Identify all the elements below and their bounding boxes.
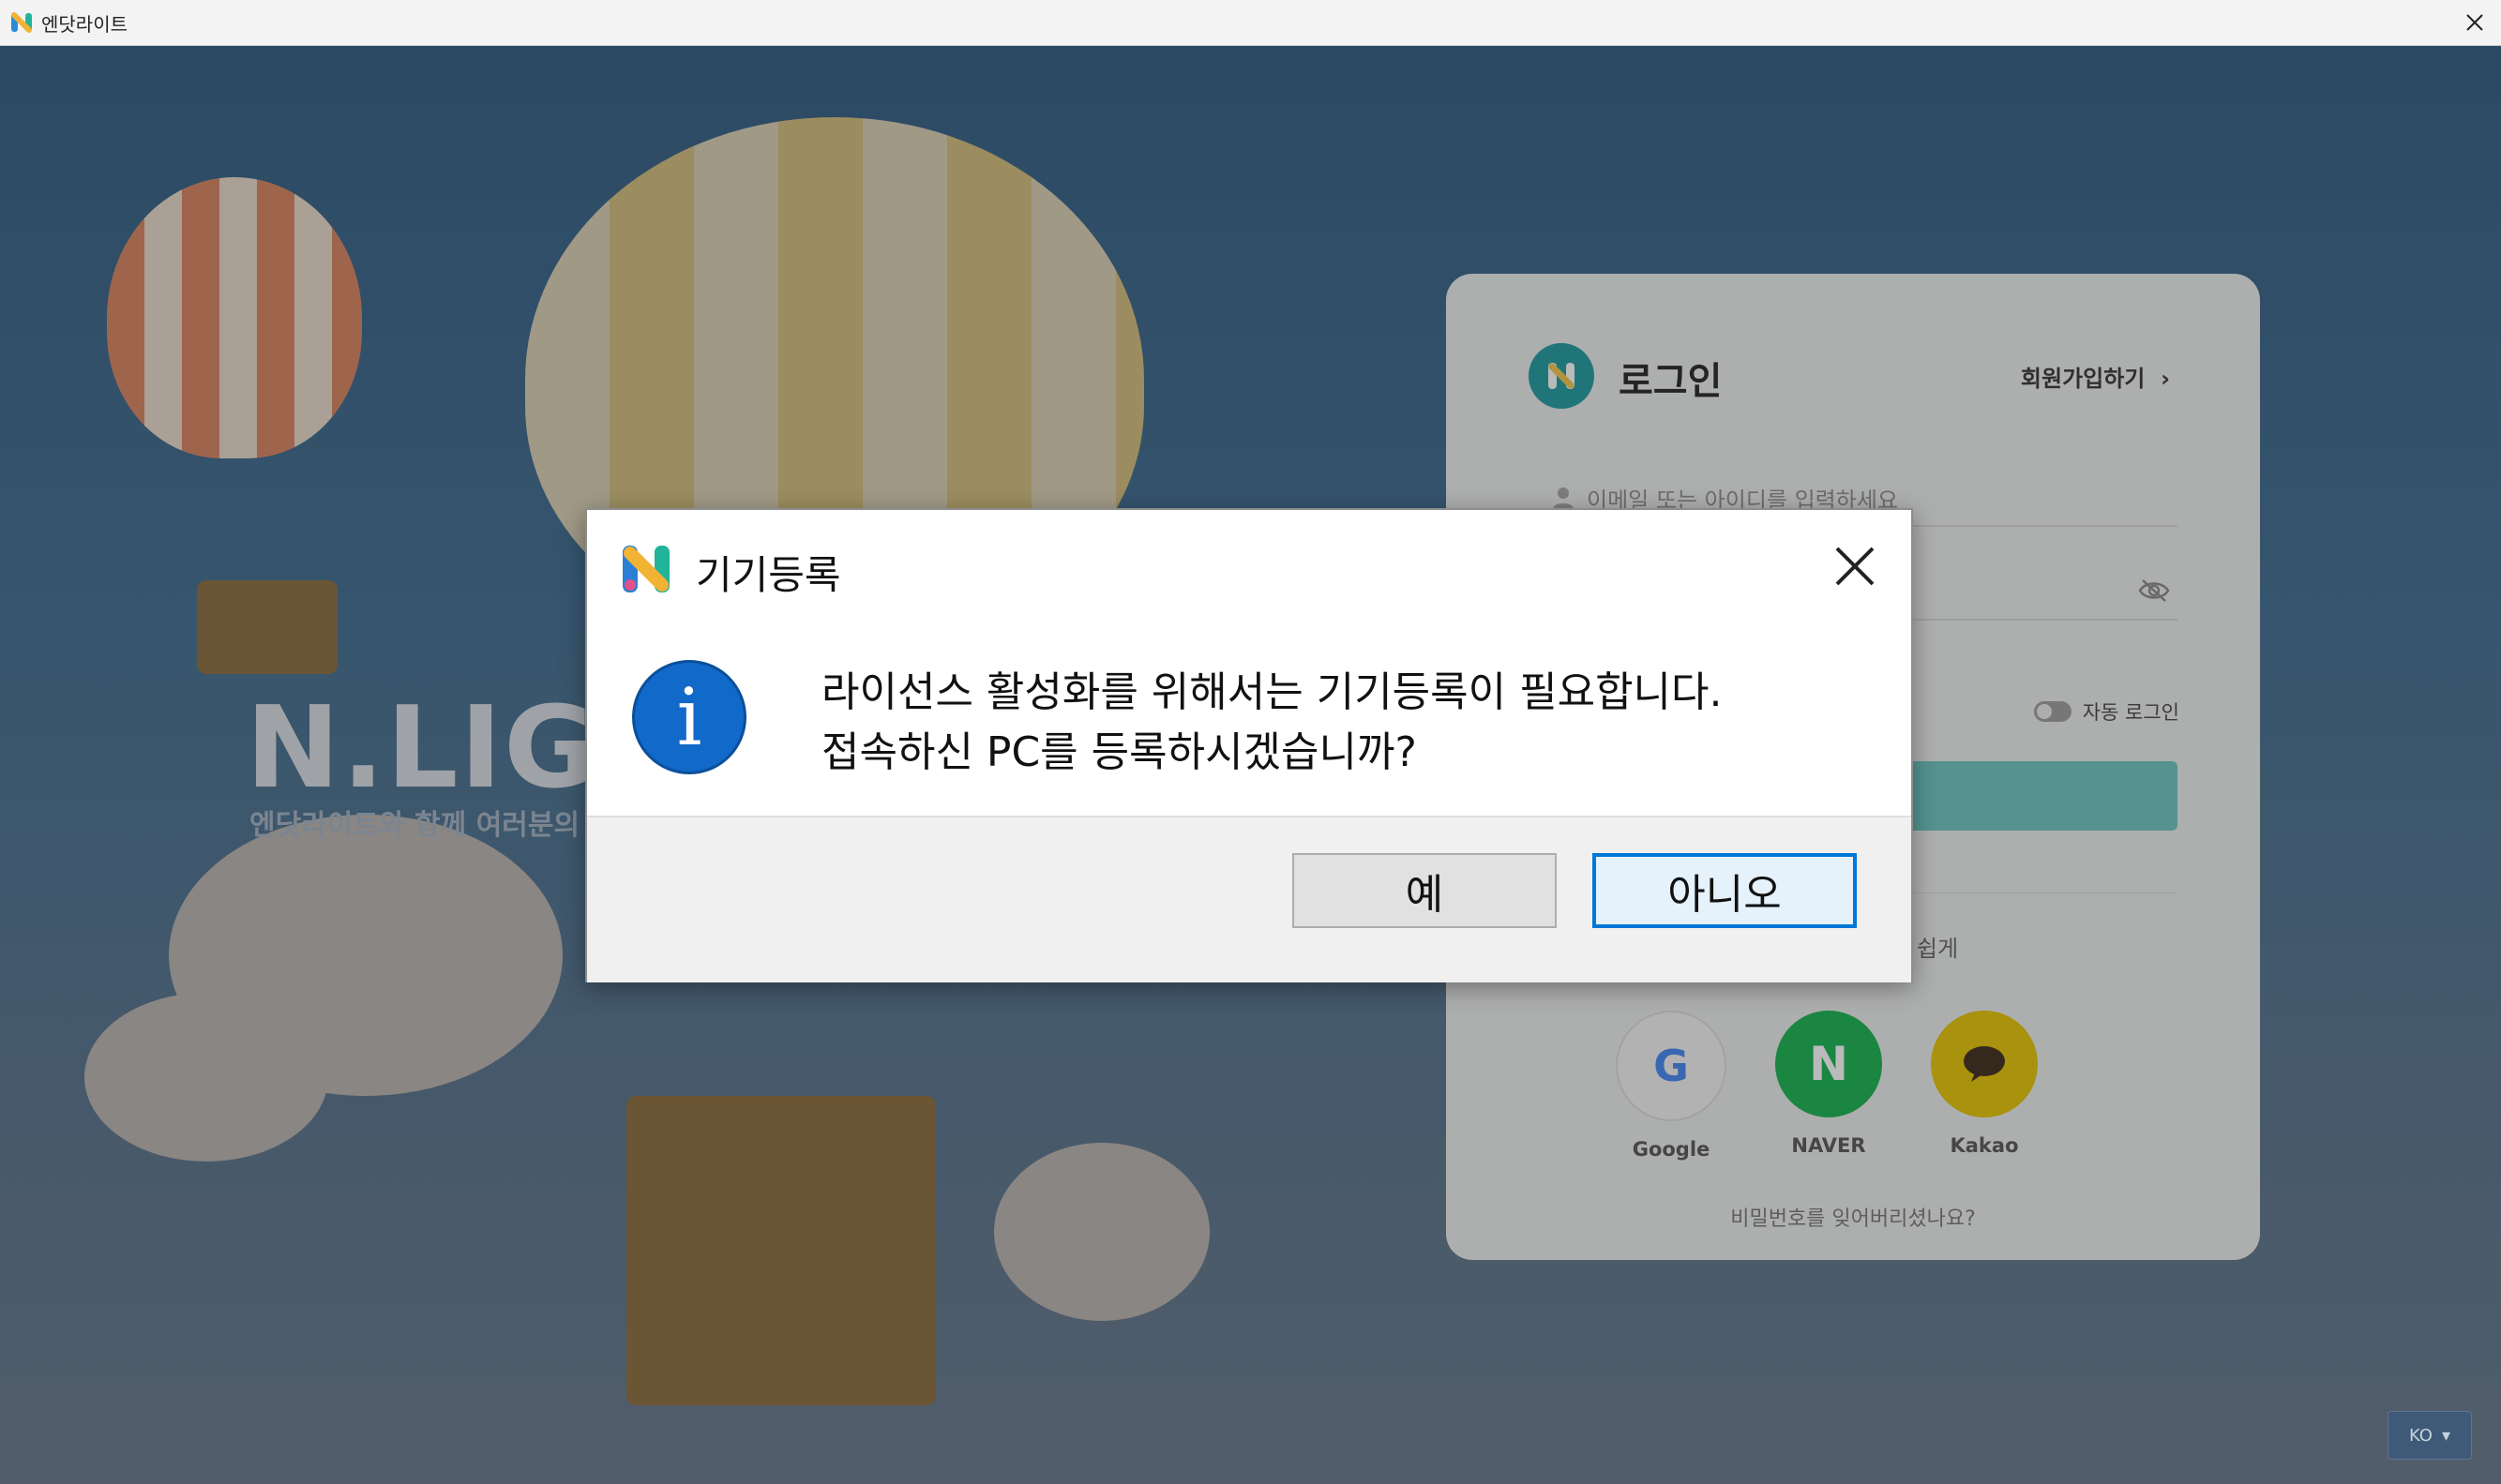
window-title-bar: 엔닷라이트 [0, 0, 2501, 46]
window-close-button[interactable] [2454, 2, 2495, 43]
window-title: 엔닷라이트 [41, 13, 128, 36]
dialog-footer: 예 아니오 [587, 816, 1911, 982]
language-select[interactable]: KO ▾ [2388, 1411, 2472, 1460]
info-icon: i [632, 660, 746, 774]
close-icon [2466, 14, 2483, 31]
language-value: KO [2408, 1425, 2433, 1446]
device-registration-dialog: 기기등록 i 라이선스 활성화를 위해서는 기기등록이 필요합니다. 접속하신 … [585, 508, 1913, 982]
info-glyph: i [676, 671, 702, 763]
app-logo-icon [11, 12, 32, 33]
dialog-message-line2: 접속하신 PC를 등록하시겠습니까? [821, 728, 1417, 776]
dialog-close-button[interactable] [1827, 538, 1883, 594]
app-logo-icon [623, 546, 670, 592]
dialog-message-line1: 라이선스 활성화를 위해서는 기기등록이 필요합니다. [821, 668, 1723, 716]
caret-down-icon: ▾ [2441, 1425, 2451, 1446]
dialog-title: 기기등록 [696, 552, 841, 598]
close-icon [1835, 547, 1875, 586]
no-button[interactable]: 아니오 [1592, 853, 1857, 928]
yes-button[interactable]: 예 [1292, 853, 1557, 928]
